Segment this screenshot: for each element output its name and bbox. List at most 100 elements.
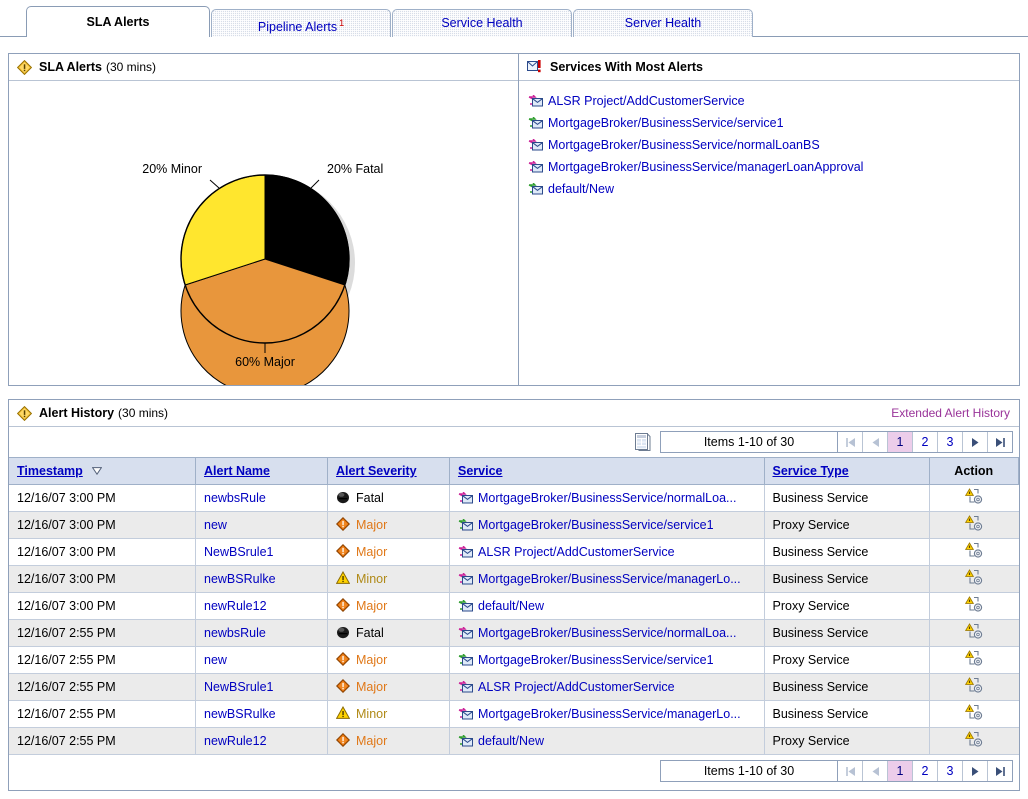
tab-sla-alerts[interactable]: SLA Alerts bbox=[26, 6, 210, 37]
list-item[interactable]: default/New bbox=[528, 178, 1019, 200]
pagination-prev-button-bottom[interactable] bbox=[863, 761, 888, 781]
cell-action[interactable] bbox=[929, 512, 1019, 539]
cell-alert-name[interactable]: newbsRule bbox=[196, 485, 328, 512]
cell-alert-name[interactable]: NewBSrule1 bbox=[196, 539, 328, 566]
cell-action[interactable] bbox=[929, 620, 1019, 647]
column-header-service-type[interactable]: Service Type bbox=[764, 458, 929, 485]
service-link[interactable]: MortgageBroker/BusinessService/normalLoa… bbox=[478, 626, 736, 640]
cell-service[interactable]: MortgageBroker/BusinessService/normalLoa… bbox=[450, 485, 765, 512]
pagination-last-button-bottom[interactable] bbox=[988, 761, 1012, 781]
pagination-page-3[interactable]: 3 bbox=[938, 432, 963, 452]
cell-action[interactable] bbox=[929, 593, 1019, 620]
configure-alert-icon[interactable] bbox=[965, 515, 984, 532]
service-link[interactable]: MortgageBroker/BusinessService/service1 bbox=[478, 653, 714, 667]
service-link[interactable]: ALSR Project/AddCustomerService bbox=[478, 545, 675, 559]
pagination-page-2-bottom[interactable]: 2 bbox=[913, 761, 938, 781]
service-link[interactable]: ALSR Project/AddCustomerService bbox=[478, 680, 675, 694]
service-link[interactable]: MortgageBroker/BusinessService/service1 bbox=[478, 518, 714, 532]
cell-service[interactable]: MortgageBroker/BusinessService/service1 bbox=[450, 647, 765, 674]
pagination-prev-button[interactable] bbox=[863, 432, 888, 452]
cell-action[interactable] bbox=[929, 701, 1019, 728]
alert-name-link[interactable]: NewBSrule1 bbox=[204, 545, 273, 559]
configure-alert-icon[interactable] bbox=[965, 704, 984, 721]
configure-alert-icon[interactable] bbox=[965, 650, 984, 667]
pagination-page-1[interactable]: 1 bbox=[888, 432, 913, 452]
pagination-page-1-bottom[interactable]: 1 bbox=[888, 761, 913, 781]
column-header-alert-severity[interactable]: Alert Severity bbox=[328, 458, 450, 485]
tab-server-health[interactable]: Server Health bbox=[573, 9, 753, 37]
alert-name-link[interactable]: new bbox=[204, 653, 227, 667]
cell-alert-name[interactable]: newRule12 bbox=[196, 593, 328, 620]
list-item[interactable]: MortgageBroker/BusinessService/managerLo… bbox=[528, 156, 1019, 178]
cell-action[interactable] bbox=[929, 566, 1019, 593]
column-header-timestamp-link[interactable]: Timestamp bbox=[17, 464, 83, 478]
column-header-service-link[interactable]: Service bbox=[458, 464, 502, 478]
column-header-service-type-link[interactable]: Service Type bbox=[773, 464, 849, 478]
alert-name-link[interactable]: NewBSrule1 bbox=[204, 680, 273, 694]
service-link[interactable]: MortgageBroker/BusinessService/managerLo… bbox=[548, 160, 863, 174]
alert-name-link[interactable]: newBSRulke bbox=[204, 707, 276, 721]
cell-service[interactable]: MortgageBroker/BusinessService/normalLoa… bbox=[450, 620, 765, 647]
cell-service[interactable]: default/New bbox=[450, 593, 765, 620]
spreadsheet-export-icon[interactable] bbox=[635, 433, 651, 451]
cell-action[interactable] bbox=[929, 728, 1019, 755]
cell-action[interactable] bbox=[929, 647, 1019, 674]
tab-service-health[interactable]: Service Health bbox=[392, 9, 572, 37]
pagination-next-button-bottom[interactable] bbox=[963, 761, 988, 781]
service-link[interactable]: ALSR Project/AddCustomerService bbox=[548, 94, 745, 108]
column-header-alert-severity-link[interactable]: Alert Severity bbox=[336, 464, 417, 478]
cell-alert-name[interactable]: newBSRulke bbox=[196, 566, 328, 593]
configure-alert-icon[interactable] bbox=[965, 731, 984, 748]
configure-alert-icon[interactable] bbox=[965, 596, 984, 613]
cell-service[interactable]: ALSR Project/AddCustomerService bbox=[450, 674, 765, 701]
service-link[interactable]: default/New bbox=[548, 182, 614, 196]
alert-name-link[interactable]: newbsRule bbox=[204, 626, 266, 640]
cell-action[interactable] bbox=[929, 674, 1019, 701]
cell-alert-name[interactable]: newBSRulke bbox=[196, 701, 328, 728]
service-link[interactable]: MortgageBroker/BusinessService/managerLo… bbox=[478, 707, 741, 721]
list-item[interactable]: ALSR Project/AddCustomerService bbox=[528, 90, 1019, 112]
service-link[interactable]: MortgageBroker/BusinessService/service1 bbox=[548, 116, 784, 130]
pagination-first-button-bottom[interactable] bbox=[838, 761, 863, 781]
cell-service[interactable]: MortgageBroker/BusinessService/managerLo… bbox=[450, 566, 765, 593]
alert-name-link[interactable]: newbsRule bbox=[204, 491, 266, 505]
pagination-page-3-bottom[interactable]: 3 bbox=[938, 761, 963, 781]
cell-action[interactable] bbox=[929, 539, 1019, 566]
cell-service[interactable]: MortgageBroker/BusinessService/managerLo… bbox=[450, 701, 765, 728]
configure-alert-icon[interactable] bbox=[965, 542, 984, 559]
column-header-alert-name-link[interactable]: Alert Name bbox=[204, 464, 270, 478]
service-link[interactable]: default/New bbox=[478, 599, 544, 613]
cell-alert-name[interactable]: newbsRule bbox=[196, 620, 328, 647]
pagination-next-button[interactable] bbox=[963, 432, 988, 452]
cell-service[interactable]: default/New bbox=[450, 728, 765, 755]
configure-alert-icon[interactable] bbox=[965, 569, 984, 586]
service-link[interactable]: MortgageBroker/BusinessService/normalLoa… bbox=[478, 491, 736, 505]
alert-name-link[interactable]: newRule12 bbox=[204, 599, 267, 613]
column-header-alert-name[interactable]: Alert Name bbox=[196, 458, 328, 485]
alert-name-link[interactable]: newBSRulke bbox=[204, 572, 276, 586]
pagination-page-2[interactable]: 2 bbox=[913, 432, 938, 452]
column-header-service[interactable]: Service bbox=[450, 458, 765, 485]
pagination-last-button[interactable] bbox=[988, 432, 1012, 452]
configure-alert-icon[interactable] bbox=[965, 488, 984, 505]
list-item[interactable]: MortgageBroker/BusinessService/normalLoa… bbox=[528, 134, 1019, 156]
tab-pipeline-alerts[interactable]: Pipeline Alerts1 bbox=[211, 9, 391, 37]
configure-alert-icon[interactable] bbox=[965, 623, 984, 640]
cell-alert-name[interactable]: newRule12 bbox=[196, 728, 328, 755]
pagination-first-button[interactable] bbox=[838, 432, 863, 452]
cell-action[interactable] bbox=[929, 485, 1019, 512]
alert-name-link[interactable]: newRule12 bbox=[204, 734, 267, 748]
extended-alert-history-link[interactable]: Extended Alert History bbox=[891, 406, 1010, 420]
cell-alert-name[interactable]: new bbox=[196, 512, 328, 539]
service-link[interactable]: default/New bbox=[478, 734, 544, 748]
cell-service[interactable]: ALSR Project/AddCustomerService bbox=[450, 539, 765, 566]
configure-alert-icon[interactable] bbox=[965, 677, 984, 694]
alert-name-link[interactable]: new bbox=[204, 518, 227, 532]
list-item[interactable]: MortgageBroker/BusinessService/service1 bbox=[528, 112, 1019, 134]
cell-service[interactable]: MortgageBroker/BusinessService/service1 bbox=[450, 512, 765, 539]
column-header-timestamp[interactable]: Timestamp bbox=[9, 458, 196, 485]
service-link[interactable]: MortgageBroker/BusinessService/managerLo… bbox=[478, 572, 741, 586]
service-link[interactable]: MortgageBroker/BusinessService/normalLoa… bbox=[548, 138, 820, 152]
cell-alert-name[interactable]: new bbox=[196, 647, 328, 674]
cell-alert-name[interactable]: NewBSrule1 bbox=[196, 674, 328, 701]
